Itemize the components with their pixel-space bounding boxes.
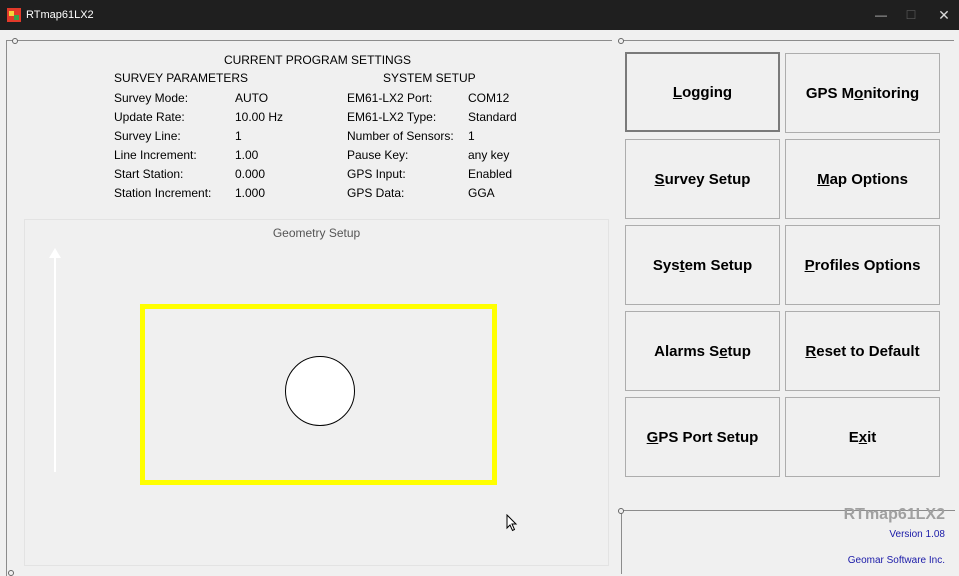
product-name: RTmap61LX2 [843,506,945,523]
pause-key-value: any key [468,148,510,162]
minimize-button[interactable]: — [866,0,896,30]
em61-type-value: Standard [468,110,517,124]
title-bar: RTmap61LX2 — ☐ ✕ [0,0,959,30]
gps-input-label: GPS Input: [347,167,406,181]
number-of-sensors-label: Number of Sensors: [347,129,454,143]
survey-line-label: Survey Line: [114,129,181,143]
station-increment-label: Station Increment: [114,186,212,200]
map-options-button[interactable]: Map Options [785,139,940,219]
station-increment-value: 1.000 [235,186,266,200]
geometry-setup-panel: Geometry Setup [24,219,609,566]
gps-port-setup-button[interactable]: G PS Port Setup [625,397,780,477]
gps-monitoring-button[interactable]: GPS Mo nitoring [785,53,940,133]
survey-mode-value: AUTO [235,91,269,105]
splitter-handle-icon[interactable] [618,38,624,44]
survey-line-value: 1 [235,129,242,143]
survey-frame [140,304,497,485]
survey-parameters-heading: SURVEY PARAMETERS [114,71,249,85]
maximize-button[interactable]: ☐ [896,0,926,30]
close-button[interactable]: ✕ [929,0,959,30]
exit-button[interactable]: Ex it [785,397,940,477]
logging-button[interactable]: Logging [625,52,780,132]
app-icon [7,8,21,22]
line-increment-label: Line Increment: [114,148,197,162]
direction-arrow-line [54,254,56,472]
update-rate-label: Update Rate: [114,110,185,124]
geometry-setup-title: Geometry Setup [272,226,361,240]
survey-setup-button[interactable]: Survey Setup [625,139,780,219]
number-of-sensors-value: 1 [468,129,475,143]
line-increment-value: 1.00 [235,148,259,162]
update-rate-value: 10.00 Hz [235,110,284,124]
right-panel-divider [621,40,954,41]
start-station-value: 0.000 [235,167,266,181]
alarms-setup-button[interactable]: Alarms Se tup [625,311,780,391]
gps-data-value: GGA [468,186,495,200]
reset-to-default-button[interactable]: Reset to Default [785,311,940,391]
splitter-handle-icon[interactable] [618,508,624,514]
start-station-label: Start Station: [114,167,184,181]
em61-port-value: COM12 [468,91,510,105]
profiles-options-button[interactable]: Profiles Options [785,225,940,305]
em61-type-label: EM61-LX2 Type: [347,110,437,124]
splitter-handle-icon[interactable] [8,570,14,576]
gps-input-value: Enabled [468,167,513,181]
pause-key-label: Pause Key: [347,148,409,162]
settings-title: CURRENT PROGRAM SETTINGS [223,53,412,67]
gps-data-label: GPS Data: [347,186,405,200]
em61-port-label: EM61-LX2 Port: [347,91,433,105]
splitter-handle-icon[interactable] [12,38,18,44]
company-label: Geomar Software Inc. [847,555,945,566]
window-title: RTmap61LX2 [26,9,94,21]
system-setup-button[interactable]: Sys t em Setup [625,225,780,305]
system-setup-heading: SYSTEM SETUP [383,71,476,85]
mouse-cursor-icon [506,514,518,532]
client-area: CURRENT PROGRAM SETTINGS SURVEY PARAMETE… [0,30,959,576]
survey-mode-label: Survey Mode: [114,91,189,105]
version-label: Version 1.08 [889,529,945,540]
sensor-coil [285,356,355,426]
